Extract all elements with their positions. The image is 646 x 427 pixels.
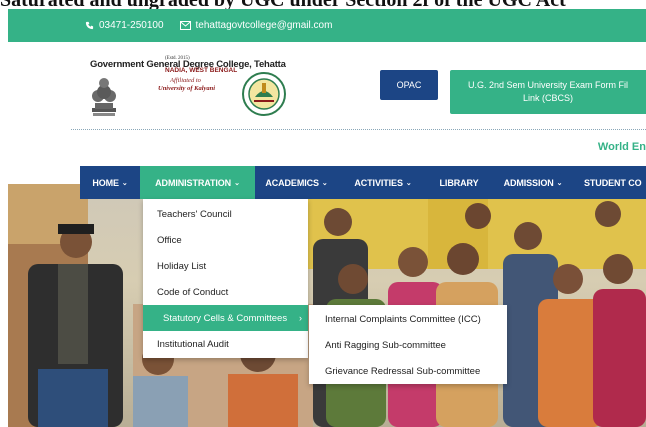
chevron-down-icon: ⌄ — [321, 179, 328, 187]
nav-home-label: HOME — [92, 177, 119, 188]
menu-item-label: Institutional Audit — [157, 338, 229, 350]
administration-dropdown-menu: Teachers' Council Office Holiday List Co… — [143, 199, 308, 358]
site-header: Government General Degree College, Tehat… — [8, 42, 646, 166]
main-navigation: HOME ⌄ ADMINISTRATION ⌄ ACADEMICS ⌄ ACTIVIT… — [80, 166, 646, 199]
menu-item-office[interactable]: Office — [143, 227, 308, 253]
page-top-heading: Saturated and ungraded by UGC under Sect… — [0, 0, 646, 9]
nav-library-label: LIBRARY — [439, 177, 479, 188]
menu-item-holiday-list[interactable]: Holiday List — [143, 253, 308, 279]
menu-item-label: Code of Conduct — [157, 286, 229, 298]
ug-exam-label-line1: U.G. 2nd Sem University Exam Form Fil — [467, 80, 629, 90]
phone-icon — [85, 21, 94, 30]
college-seal-logo — [242, 72, 286, 116]
menu-item-statutory-cells[interactable]: Statutory Cells & Committees › — [143, 305, 308, 331]
university-name: University of Kalyani — [158, 85, 216, 92]
submenu-item-label: Grievance Redressal Sub-committee — [325, 365, 481, 377]
email-address: tehattagovtcollege@gmail.com — [195, 20, 333, 31]
nav-home[interactable]: HOME ⌄ — [80, 166, 140, 199]
nav-library[interactable]: LIBRARY — [428, 166, 490, 199]
nav-admission-label: ADMISSION — [503, 177, 554, 188]
header-divider — [71, 129, 646, 130]
nav-administration[interactable]: ADMINISTRATION ⌄ — [140, 166, 255, 199]
national-emblem-logo — [92, 78, 116, 116]
college-district: NADIA, WEST BENGAL — [165, 67, 238, 74]
nav-activities[interactable]: ACTIVITIES ⌄ — [338, 166, 428, 199]
nav-student-corner[interactable]: STUDENT CO — [576, 166, 646, 199]
ug-exam-form-button[interactable]: U.G. 2nd Sem University Exam Form Fil Li… — [450, 70, 646, 114]
nav-academics[interactable]: ACADEMICS ⌄ — [255, 166, 338, 199]
submenu-item-grievance-redressal[interactable]: Grievance Redressal Sub-committee — [309, 358, 507, 384]
contact-bar: 03471-250100 tehattagovtcollege@gmail.co… — [8, 9, 646, 42]
ug-exam-label-line2: Link (CBCS) — [522, 93, 573, 103]
submenu-item-label: Internal Complaints Committee (ICC) — [325, 313, 481, 325]
menu-item-label: Holiday List — [157, 260, 207, 272]
submenu-item-anti-ragging[interactable]: Anti Ragging Sub-committee — [309, 332, 507, 358]
menu-item-label: Statutory Cells & Committees — [163, 312, 288, 324]
chevron-down-icon: ⌄ — [405, 179, 412, 187]
nav-activities-label: ACTIVITIES — [354, 177, 403, 188]
menu-item-label: Office — [157, 234, 182, 246]
opac-button[interactable]: OPAC — [380, 70, 438, 100]
nav-academics-label: ACADEMICS — [265, 177, 319, 188]
nav-admission[interactable]: ADMISSION ⌄ — [490, 166, 576, 199]
chevron-down-icon: ⌄ — [556, 179, 563, 187]
submenu-item-icc[interactable]: Internal Complaints Committee (ICC) — [309, 306, 507, 332]
menu-item-code-of-conduct[interactable]: Code of Conduct — [143, 279, 308, 305]
contact-email[interactable]: tehattagovtcollege@gmail.com — [179, 20, 333, 31]
submenu-item-label: Anti Ragging Sub-committee — [325, 339, 446, 351]
menu-item-teachers-council[interactable]: Teachers' Council — [143, 201, 308, 227]
chevron-down-icon: ⌄ — [234, 179, 240, 187]
college-established: (Estd. 2015) — [165, 56, 190, 61]
menu-item-label: Teachers' Council — [157, 208, 232, 220]
news-marquee[interactable]: World En — [598, 141, 646, 153]
chevron-right-icon: › — [299, 313, 302, 323]
chevron-down-icon: ⌄ — [121, 179, 128, 187]
phone-number: 03471-250100 — [99, 20, 164, 31]
affiliated-text: Affiliated to — [170, 77, 201, 84]
nav-student-corner-label: STUDENT CO — [584, 177, 642, 188]
envelope-icon — [179, 21, 191, 30]
contact-phone[interactable]: 03471-250100 — [85, 20, 164, 31]
statutory-cells-submenu: Internal Complaints Committee (ICC) Anti… — [309, 305, 507, 384]
menu-item-institutional-audit[interactable]: Institutional Audit — [143, 331, 308, 357]
nav-administration-label: ADMINISTRATION — [155, 177, 232, 188]
